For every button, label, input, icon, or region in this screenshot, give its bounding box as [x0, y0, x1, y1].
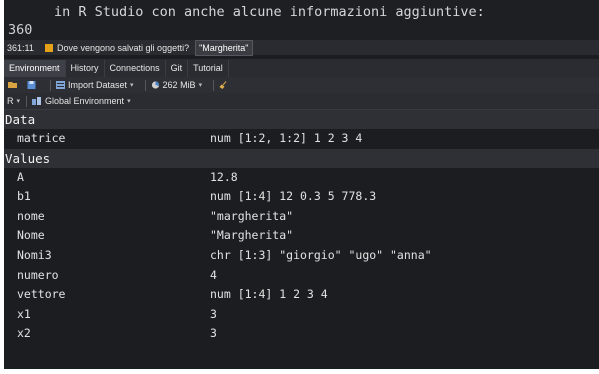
- variable-name: b1: [17, 189, 31, 204]
- environment-row[interactable]: nome "margherita": [4, 207, 599, 227]
- variable-value: 4: [210, 267, 217, 282]
- tab-git[interactable]: Git: [166, 60, 189, 77]
- variable-name: x1: [17, 306, 31, 321]
- value-tooltip: "Margherita": [195, 39, 253, 56]
- variable-name: matrice: [17, 131, 66, 145]
- tab-history[interactable]: History: [66, 60, 105, 77]
- environment-row[interactable]: matrice num [1:2, 1:2] 1 2 3 4: [4, 129, 599, 149]
- variable-name: A: [17, 169, 24, 184]
- toolbar-divider: [144, 79, 146, 91]
- cursor-position: 361:11: [7, 42, 34, 53]
- variable-value: "Margherita": [210, 228, 294, 243]
- environment-row[interactable]: x1 3: [4, 305, 599, 325]
- section-header-values[interactable]: Values: [4, 148, 599, 168]
- variable-value: 3: [210, 306, 217, 321]
- variable-value: num [1:2, 1:2] 1 2 3 4: [210, 131, 363, 145]
- chevron-down-icon: ▾: [198, 82, 203, 89]
- language-label: R: [7, 96, 14, 106]
- environment-row[interactable]: numero 4: [4, 266, 599, 286]
- variable-value: 12.8: [210, 169, 238, 184]
- folder-open-icon: [8, 82, 17, 88]
- section-header-data[interactable]: Data: [4, 110, 599, 129]
- tab-connections[interactable]: Connections: [105, 60, 166, 77]
- variable-value: num [1:4] 1 2 3 4: [210, 287, 328, 302]
- environment-table: Data matrice num [1:2, 1:2] 1 2 3 4 Values A…: [4, 110, 599, 344]
- import-dataset-label: Import Dataset: [68, 80, 128, 90]
- editor-line-number: 360: [8, 22, 33, 38]
- variable-name: vettore: [17, 287, 66, 302]
- variable-name: numero: [17, 267, 59, 282]
- import-dataset-button[interactable]: Import Dataset ▾: [56, 80, 134, 90]
- editor-status-bar: 361:11 Dove vengono salvati gli oggetti?…: [4, 39, 599, 56]
- variable-name: nome: [17, 208, 45, 223]
- chevron-down-icon: ▾: [127, 98, 131, 105]
- variable-name: Nome: [17, 228, 45, 243]
- language-selector[interactable]: R ▾: [7, 96, 20, 106]
- environment-row[interactable]: x2 3: [4, 324, 599, 344]
- chevron-down-icon: ▾: [16, 98, 21, 105]
- environment-toolbar: Import Dataset ▾ 262 MiB ▾: [4, 77, 599, 93]
- environment-row[interactable]: b1 num [1:4] 12 0.3 5 778.3: [4, 187, 599, 207]
- pane-tabs: Environment History Connections Git Tuto…: [4, 59, 599, 77]
- function-icon: [45, 43, 53, 52]
- variable-value: chr [1:3] "giorgio" "ugo" "anna": [210, 247, 432, 262]
- rstudio-window: in R Studio con anche alcune informazion…: [4, 0, 599, 369]
- memory-pie-icon: [151, 81, 159, 89]
- chevron-down-icon: ▾: [130, 82, 134, 89]
- tab-tutorial[interactable]: Tutorial: [188, 60, 229, 77]
- load-workspace-button[interactable]: [4, 81, 21, 89]
- code-editor[interactable]: in R Studio con anche alcune informazion…: [4, 0, 599, 40]
- import-dataset-icon: [56, 81, 65, 89]
- save-workspace-button[interactable]: [27, 81, 39, 89]
- toolbar-divider: [26, 95, 28, 107]
- save-icon: [27, 81, 36, 89]
- broom-icon: [219, 81, 227, 89]
- toolbar-divider: [213, 79, 215, 91]
- variable-value: num [1:4] 12 0.3 5 778.3: [210, 189, 377, 204]
- environment-row[interactable]: vettore num [1:4] 1 2 3 4: [4, 285, 599, 305]
- environment-row[interactable]: Nomi3 chr [1:3] "giorgio" "ugo" "anna": [4, 246, 599, 266]
- memory-usage-label: 262 MiB: [162, 80, 196, 90]
- clear-workspace-button[interactable]: [219, 81, 231, 89]
- editor-line-text: in R Studio con anche alcune informazion…: [54, 4, 485, 20]
- variable-name: x2: [17, 326, 31, 341]
- environment-icon: [32, 97, 42, 105]
- environment-scope-selector[interactable]: Global Environment ▾: [32, 96, 131, 106]
- environment-row[interactable]: A 12.8: [4, 168, 599, 188]
- variable-value: "margherita": [210, 208, 294, 223]
- tab-environment[interactable]: Environment: [4, 60, 66, 77]
- environment-scope-label: Global Environment: [45, 96, 125, 106]
- function-navigator[interactable]: Dove vengono salvati gli oggetti?: [57, 43, 189, 53]
- toolbar-divider: [50, 79, 51, 91]
- variable-name: Nomi3: [17, 247, 52, 262]
- environment-selector-bar: R ▾ Global Environment ▾: [4, 93, 599, 110]
- variable-value: 3: [210, 326, 217, 341]
- memory-usage-button[interactable]: 262 MiB ▾: [151, 80, 203, 90]
- environment-row[interactable]: Nome "Margherita": [4, 226, 599, 246]
